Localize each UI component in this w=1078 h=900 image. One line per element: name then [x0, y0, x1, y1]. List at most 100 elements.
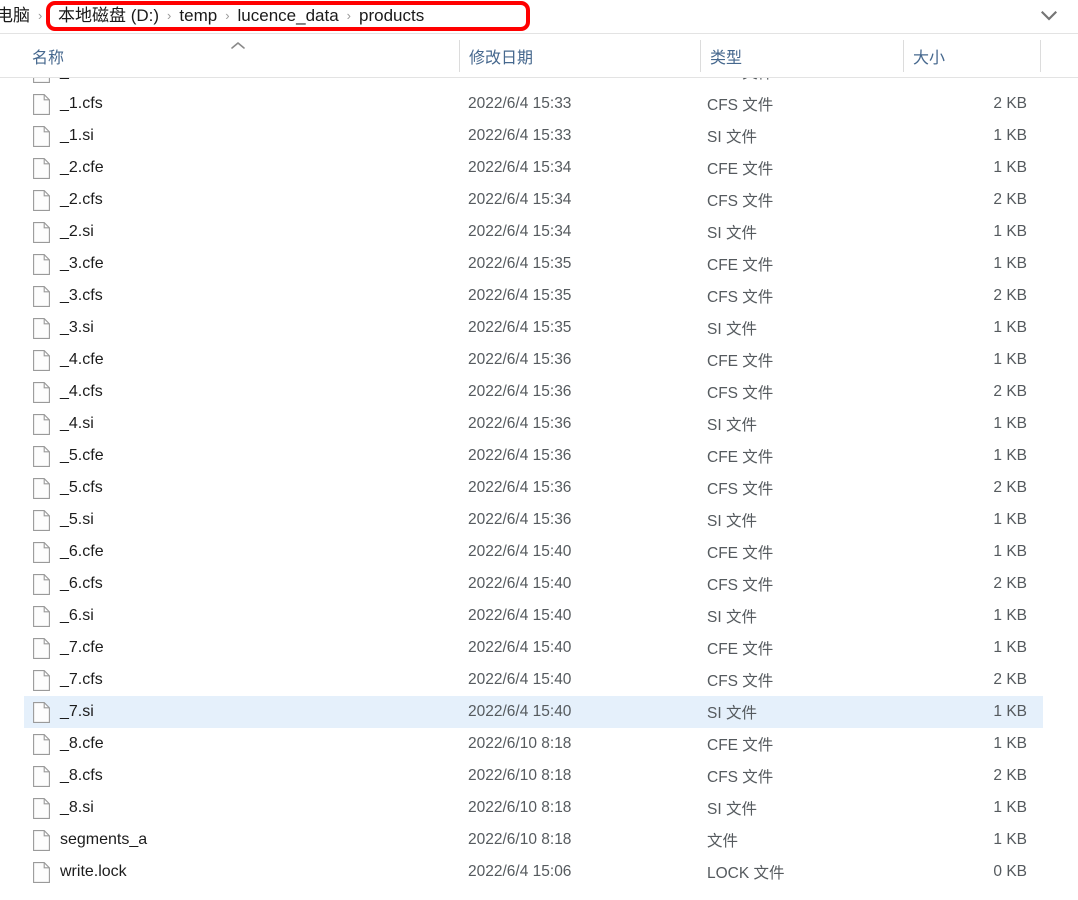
- table-row[interactable]: _7.si 2022/6/4 15:40 SI 文件 1 KB: [0, 696, 1078, 728]
- table-row[interactable]: _6.si 2022/6/4 15:40 SI 文件 1 KB: [0, 600, 1078, 632]
- cell-file-name[interactable]: write.lock: [33, 856, 127, 888]
- cell-file-name[interactable]: _2.si: [33, 216, 94, 248]
- table-row[interactable]: _2.si 2022/6/4 15:34 SI 文件 1 KB: [0, 216, 1078, 248]
- cell-file-type: CFE 文件: [707, 161, 774, 178]
- file-name-label: _5.si: [60, 511, 94, 528]
- table-row[interactable]: _4.si 2022/6/4 15:36 SI 文件 1 KB: [0, 408, 1078, 440]
- table-row[interactable]: _3.si 2022/6/4 15:35 SI 文件 1 KB: [0, 312, 1078, 344]
- cell-file-name[interactable]: _8.cfs: [33, 760, 103, 792]
- document-icon: [33, 221, 50, 243]
- column-header-date[interactable]: 修改日期: [461, 34, 700, 77]
- column-divider-1[interactable]: [459, 40, 460, 72]
- cell-file-type: CFE 文件: [707, 353, 774, 370]
- cell-file-size: 1 KB: [993, 511, 1027, 528]
- cell-modified-date: 2022/6/4 15:33: [468, 78, 571, 88]
- table-row[interactable]: _5.cfe 2022/6/4 15:36 CFE 文件 1 KB: [0, 440, 1078, 472]
- column-header-type[interactable]: 类型: [702, 34, 903, 77]
- cell-file-name[interactable]: _6.si: [33, 600, 94, 632]
- breadcrumb-item-2[interactable]: temp: [177, 0, 219, 32]
- cell-file-size: 1 KB: [993, 639, 1027, 656]
- file-name-label: _1.si: [60, 127, 94, 144]
- breadcrumb-item-4[interactable]: products: [357, 0, 426, 32]
- cell-file-name[interactable]: _4.cfe: [33, 344, 104, 376]
- cell-file-name[interactable]: _6.cfs: [33, 568, 103, 600]
- document-icon: [33, 637, 50, 659]
- cell-modified-date: 2022/6/4 15:33: [468, 95, 572, 112]
- document-icon: [33, 669, 50, 691]
- table-row[interactable]: _3.cfs 2022/6/4 15:35 CFS 文件 2 KB: [0, 280, 1078, 312]
- cell-file-name[interactable]: _5.cfe: [33, 440, 104, 472]
- cell-file-name[interactable]: _3.cfe: [33, 248, 104, 280]
- address-bar[interactable]: 电脑 › 本地磁盘 (D:) › temp › lucence_data › product…: [0, 0, 1078, 32]
- cell-file-name[interactable]: _7.cfs: [33, 664, 103, 696]
- table-row[interactable]: _8.si 2022/6/10 8:18 SI 文件 1 KB: [0, 792, 1078, 824]
- table-row[interactable]: _1.si 2022/6/4 15:33 SI 文件 1 KB: [0, 120, 1078, 152]
- file-list[interactable]: _1.cfe 2022/6/4 15:33 CFE 文件 1 KB _1.cfs 2022…: [0, 78, 1078, 900]
- table-row[interactable]: _8.cfe 2022/6/10 8:18 CFE 文件 1 KB: [0, 728, 1078, 760]
- column-header-size[interactable]: 大小: [905, 34, 1040, 77]
- column-divider-2[interactable]: [700, 40, 701, 72]
- cell-file-size: 1 KB: [993, 607, 1027, 624]
- cell-file-name[interactable]: _5.si: [33, 504, 94, 536]
- cell-file-name[interactable]: _5.cfs: [33, 472, 103, 504]
- breadcrumb-prefix[interactable]: 电脑 ›: [0, 0, 48, 32]
- table-row[interactable]: _2.cfs 2022/6/4 15:34 CFS 文件 2 KB: [0, 184, 1078, 216]
- cell-file-type: SI 文件: [707, 705, 757, 722]
- column-divider-3[interactable]: [903, 40, 904, 72]
- breadcrumb[interactable]: 本地磁盘 (D:) › temp › lucence_data › products: [56, 0, 426, 32]
- document-icon: [33, 125, 50, 147]
- cell-file-name[interactable]: segments_a: [33, 824, 147, 856]
- cell-file-name[interactable]: _8.cfe: [33, 728, 104, 760]
- cell-file-name[interactable]: _3.si: [33, 312, 94, 344]
- address-dropdown-button[interactable]: [1034, 0, 1064, 32]
- column-header-name[interactable]: 名称: [24, 34, 468, 77]
- table-row[interactable]: _7.cfe 2022/6/4 15:40 CFE 文件 1 KB: [0, 632, 1078, 664]
- document-icon: [33, 285, 50, 307]
- table-row[interactable]: _1.cfs 2022/6/4 15:33 CFS 文件 2 KB: [0, 88, 1078, 120]
- table-row[interactable]: _7.cfs 2022/6/4 15:40 CFS 文件 2 KB: [0, 664, 1078, 696]
- table-row[interactable]: _2.cfe 2022/6/4 15:34 CFE 文件 1 KB: [0, 152, 1078, 184]
- cell-file-type: SI 文件: [707, 417, 757, 434]
- table-row[interactable]: segments_a 2022/6/10 8:18 文件 1 KB: [0, 824, 1078, 856]
- file-name-label: _3.cfe: [60, 255, 104, 272]
- cell-file-name[interactable]: _4.cfs: [33, 376, 103, 408]
- cell-file-size: 2 KB: [993, 575, 1027, 592]
- breadcrumb-item-computer[interactable]: 电脑: [0, 0, 32, 32]
- cell-file-size: 1 KB: [993, 319, 1027, 336]
- cell-file-name[interactable]: _4.si: [33, 408, 94, 440]
- document-icon: [33, 477, 50, 499]
- breadcrumb-item-3[interactable]: lucence_data: [236, 0, 341, 32]
- cell-file-size: 2 KB: [993, 383, 1027, 400]
- table-row[interactable]: _6.cfs 2022/6/4 15:40 CFS 文件 2 KB: [0, 568, 1078, 600]
- table-row[interactable]: _1.cfe 2022/6/4 15:33 CFE 文件 1 KB: [0, 78, 1078, 88]
- file-name-label: _6.cfe: [60, 543, 104, 560]
- table-row[interactable]: _4.cfs 2022/6/4 15:36 CFS 文件 2 KB: [0, 376, 1078, 408]
- cell-file-name[interactable]: _1.si: [33, 120, 94, 152]
- cell-file-name[interactable]: _6.cfe: [33, 536, 104, 568]
- column-divider-4[interactable]: [1040, 40, 1041, 72]
- document-icon: [33, 573, 50, 595]
- table-row[interactable]: _8.cfs 2022/6/10 8:18 CFS 文件 2 KB: [0, 760, 1078, 792]
- table-row[interactable]: _4.cfe 2022/6/4 15:36 CFE 文件 1 KB: [0, 344, 1078, 376]
- cell-modified-date: 2022/6/4 15:33: [468, 127, 572, 144]
- column-header-row: 名称 修改日期 类型 大小: [0, 33, 1078, 78]
- cell-file-name[interactable]: _2.cfe: [33, 152, 104, 184]
- cell-file-type: CFE 文件: [707, 641, 774, 658]
- table-row[interactable]: _5.si 2022/6/4 15:36 SI 文件 1 KB: [0, 504, 1078, 536]
- cell-file-size: 2 KB: [993, 95, 1027, 112]
- cell-file-name[interactable]: _7.cfe: [33, 632, 104, 664]
- breadcrumb-item-1[interactable]: 本地磁盘 (D:): [56, 0, 161, 32]
- table-row[interactable]: _3.cfe 2022/6/4 15:35 CFE 文件 1 KB: [0, 248, 1078, 280]
- table-row[interactable]: write.lock 2022/6/4 15:06 LOCK 文件 0 KB: [0, 856, 1078, 888]
- breadcrumb-separator-icon: ›: [38, 8, 43, 23]
- file-name-label: _7.cfe: [60, 639, 104, 656]
- cell-file-name[interactable]: _8.si: [33, 792, 94, 824]
- cell-file-name[interactable]: _1.cfs: [33, 88, 103, 120]
- cell-file-name[interactable]: _2.cfs: [33, 184, 103, 216]
- table-row[interactable]: _5.cfs 2022/6/4 15:36 CFS 文件 2 KB: [0, 472, 1078, 504]
- cell-file-name[interactable]: _1.cfe: [33, 78, 104, 88]
- cell-file-name[interactable]: _3.cfs: [33, 280, 103, 312]
- table-row[interactable]: _6.cfe 2022/6/4 15:40 CFE 文件 1 KB: [0, 536, 1078, 568]
- document-icon: [33, 157, 50, 179]
- cell-file-name[interactable]: _7.si: [33, 696, 94, 728]
